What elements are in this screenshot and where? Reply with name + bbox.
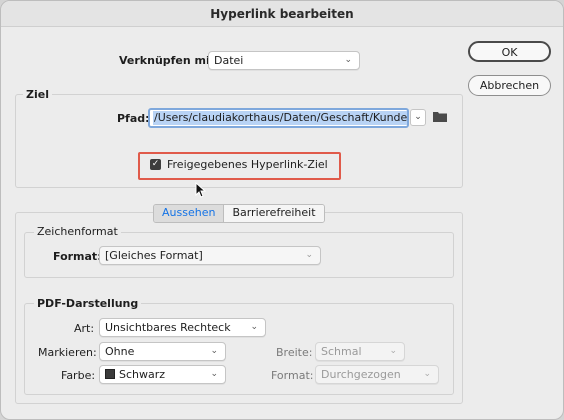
folder-icon[interactable]: [433, 111, 447, 122]
shared-destination-label: Freigegebenes Hyperlink-Ziel: [167, 158, 328, 171]
link-type-value: Datei: [214, 54, 244, 67]
cursor-icon: [195, 181, 207, 201]
tab-barrierefreiheit[interactable]: Barrierefreiheit: [223, 205, 324, 222]
breite-value: Schmal: [321, 345, 362, 358]
zeichenformat-title: Zeichenformat: [34, 225, 121, 238]
chevron-down-icon: ⌄: [250, 322, 258, 332]
chevron-down-icon: ⌄: [305, 250, 313, 260]
chevron-down-icon: ⌄: [414, 112, 422, 122]
farbe-label: Farbe:: [61, 369, 96, 382]
tab-bar: Aussehen Barrierefreiheit: [153, 204, 325, 223]
chevron-down-icon: ⌄: [210, 346, 218, 356]
path-label: Pfad:: [117, 112, 150, 125]
char-format-label: Format:: [53, 250, 102, 263]
art-value: Unsichtbares Rechteck: [105, 321, 231, 334]
window-title: Hyperlink bearbeiten: [1, 1, 563, 27]
markieren-value: Ohne: [105, 345, 135, 358]
ziel-group-title: Ziel: [23, 88, 52, 101]
breite-label: Breite:: [276, 346, 313, 359]
stroke-format-select[interactable]: Durchgezogen ⌄: [315, 365, 439, 384]
art-select[interactable]: Unsichtbares Rechteck ⌄: [99, 318, 266, 337]
link-type-select[interactable]: Datei ⌄: [208, 51, 360, 70]
pdf-title: PDF-Darstellung: [34, 297, 142, 310]
art-label: Art:: [74, 322, 95, 335]
farbe-select[interactable]: Schwarz ⌄: [99, 365, 226, 384]
char-format-select[interactable]: [Gleiches Format] ⌄: [99, 246, 321, 265]
dialog-window: Hyperlink bearbeiten OK Abbrechen Verknü…: [0, 0, 564, 420]
chevron-down-icon: ⌄: [423, 369, 431, 379]
chevron-down-icon: ⌄: [389, 346, 397, 356]
color-swatch: [105, 369, 115, 379]
path-dropdown-button[interactable]: ⌄: [410, 109, 426, 126]
shared-destination-checkbox[interactable]: ✓: [150, 159, 161, 170]
path-field[interactable]: /Users/claudiakorthaus/Daten/Geschaft/Ku…: [148, 108, 409, 128]
chevron-down-icon: ⌄: [210, 369, 218, 379]
cancel-button[interactable]: Abbrechen: [468, 75, 551, 96]
ok-button[interactable]: OK: [468, 41, 551, 62]
farbe-value: Schwarz: [119, 368, 166, 381]
markieren-label: Markieren:: [38, 346, 97, 359]
tab-aussehen[interactable]: Aussehen: [154, 205, 224, 222]
stroke-format-label: Format:: [271, 369, 314, 382]
link-type-label: Verknüpfen mit:: [119, 54, 220, 67]
breite-select[interactable]: Schmal ⌄: [315, 342, 405, 361]
markieren-select[interactable]: Ohne ⌄: [99, 342, 226, 361]
chevron-down-icon: ⌄: [344, 55, 352, 65]
stroke-format-value: Durchgezogen: [321, 368, 401, 381]
char-format-value: [Gleiches Format]: [105, 249, 203, 262]
path-value: /Users/claudiakorthaus/Daten/Geschaft/Ku…: [153, 111, 408, 125]
